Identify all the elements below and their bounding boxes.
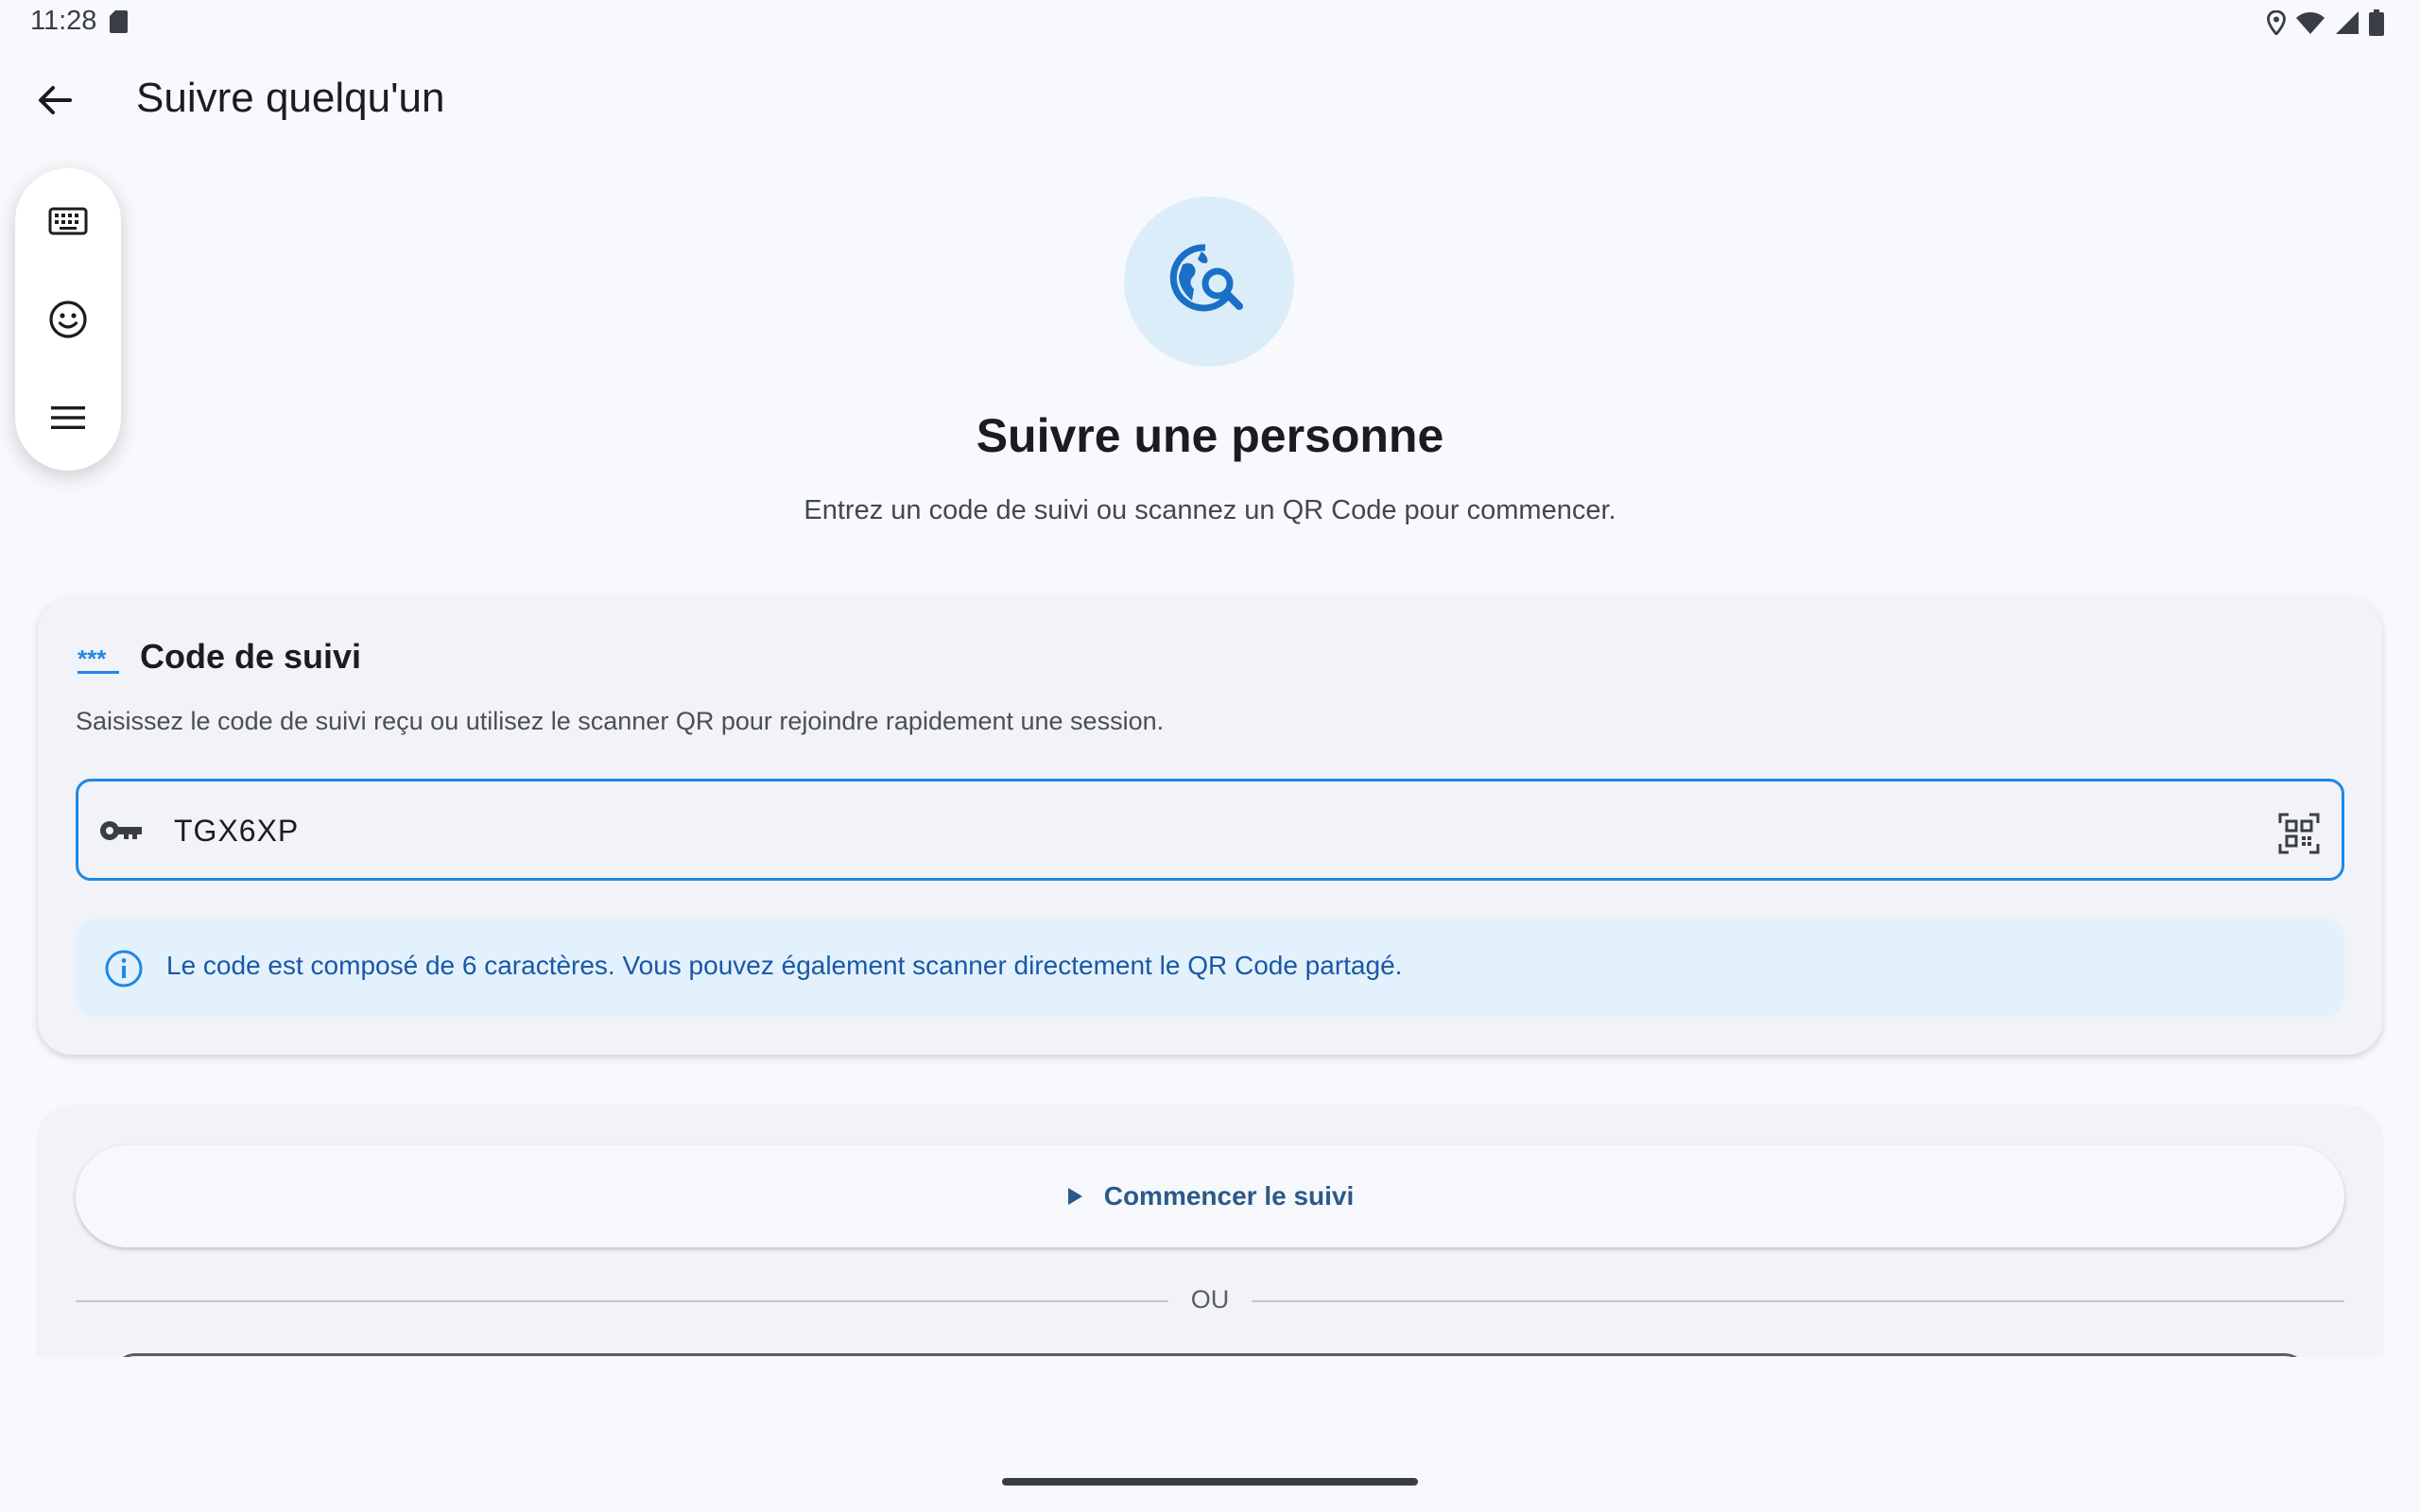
location-icon [2267,10,2286,35]
signal-icon [2336,11,2359,34]
travel-explore-icon [1169,244,1243,312]
status-icons [2267,9,2384,36]
wifi-icon [2296,12,2325,34]
play-icon [1067,1188,1082,1205]
divider-left [76,1300,1168,1302]
svg-text:***: *** [78,646,107,673]
or-separator-label: OU [1190,1285,1230,1314]
qr-code-scanner-icon [2278,813,2320,854]
arrow-back-icon [39,86,72,114]
info-icon [105,950,143,988]
battery-icon [2369,9,2384,36]
start-tracking-button[interactable]: Commencer le suivi [76,1145,2344,1247]
start-tracking-label: Commencer le suivi [1103,1181,1355,1211]
hero-subtitle: Entrez un code de suivi ou scannez un QR… [804,495,1616,525]
back-button[interactable] [26,72,83,129]
emoji-button[interactable] [36,287,100,352]
tracking-code-input[interactable] [172,803,2161,858]
divider-right [1252,1300,2344,1302]
info-text: Le code est composé de 6 caractères. Vou… [166,951,1403,980]
qr-scan-button[interactable] [2273,807,2325,860]
gesture-navigation-bar[interactable] [1002,1478,1418,1486]
hero-title: Suivre une personne [976,409,1444,462]
card-title: Code de suivi [140,637,362,676]
keyboard-icon [48,207,88,235]
keyboard-button[interactable] [36,189,100,253]
page-title: Suivre quelqu'un [136,75,445,121]
hero-icon-circle [1124,197,1294,367]
password-icon: *** [78,646,119,674]
status-time: 11:28 [30,6,97,36]
sd-card-icon [110,10,128,33]
key-icon [100,821,142,840]
emoji-icon [49,301,87,338]
bottom-area [0,1357,2420,1512]
card-description: Saisissez le code de suivi reçu ou utili… [76,707,1165,735]
